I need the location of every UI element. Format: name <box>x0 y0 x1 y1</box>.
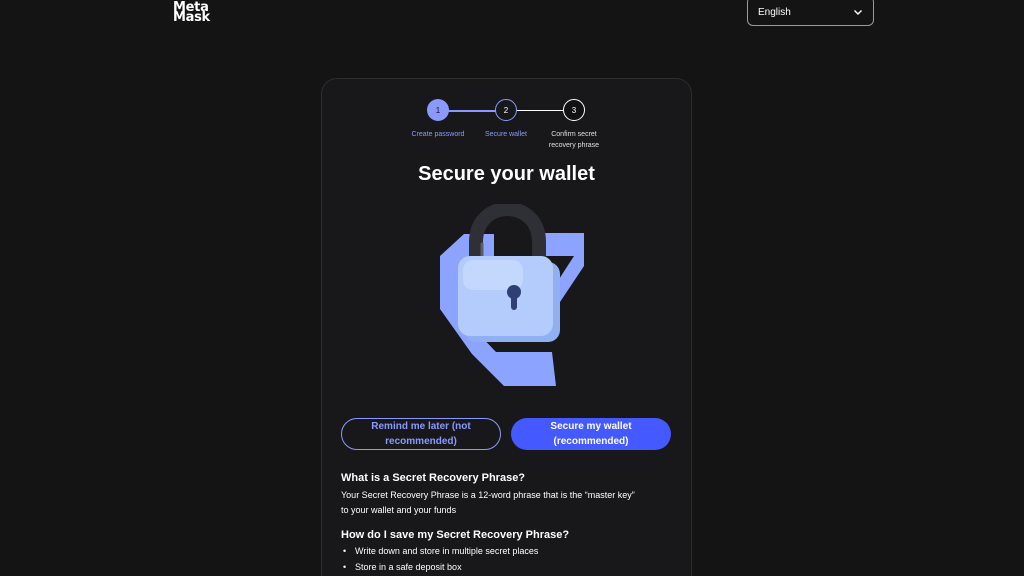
step-indicator-3: 3 <box>563 99 585 121</box>
step-label-confirm-line2: recovery phrase <box>548 142 600 149</box>
list-item: Store in a safe deposit box <box>341 559 671 575</box>
faq-text-line1: Your Secret Recovery Phrase is a 12-word… <box>341 490 635 500</box>
language-select-value: English <box>758 6 791 18</box>
remind-later-label-line2: recommended) <box>385 436 457 447</box>
secure-my-wallet-button[interactable]: Secure my wallet (recommended) <box>511 418 671 450</box>
onboarding-card: 1 2 3 Create password Secure wallet Conf… <box>321 78 692 576</box>
secure-wallet-label-line1: Secure my wallet <box>550 421 632 432</box>
faq-heading-what-is-srp: What is a Secret Recovery Phrase? <box>341 472 526 484</box>
remind-me-later-button[interactable]: Remind me later (not recommended) <box>341 418 501 450</box>
padlock-illustration <box>440 204 584 386</box>
list-item: Write down and store in multiple secret … <box>341 543 671 559</box>
logo-text-bottom: Mask <box>173 10 210 25</box>
remind-later-label-line1: Remind me later (not <box>371 421 471 432</box>
faq-heading-how-to-save: How do I save my Secret Recovery Phrase? <box>341 529 570 541</box>
faq-text-what-is-srp: Your Secret Recovery Phrase is a 12-word… <box>341 488 671 518</box>
chevron-down-icon <box>854 10 862 15</box>
stepper-connector-1 <box>448 110 496 112</box>
step-label-confirm-phrase: Confirm secret recovery phrase <box>534 129 614 151</box>
secure-wallet-label-line2: (recommended) <box>553 436 629 447</box>
language-select[interactable]: English <box>747 0 874 26</box>
save-tips-list: Write down and store in multiple secret … <box>341 543 671 575</box>
stepper-connector-2 <box>516 110 564 111</box>
step-label-confirm-line1: Confirm secret <box>551 131 597 138</box>
faq-text-line2: to your wallet and your funds <box>341 505 457 515</box>
step-indicator-1: 1 <box>427 99 449 121</box>
progress-stepper: 1 2 3 Create password Secure wallet Conf… <box>322 99 691 159</box>
metamask-logo[interactable]: Meta Mask <box>173 1 210 25</box>
step-indicator-2: 2 <box>495 99 517 121</box>
page-title: Secure your wallet <box>418 163 595 185</box>
